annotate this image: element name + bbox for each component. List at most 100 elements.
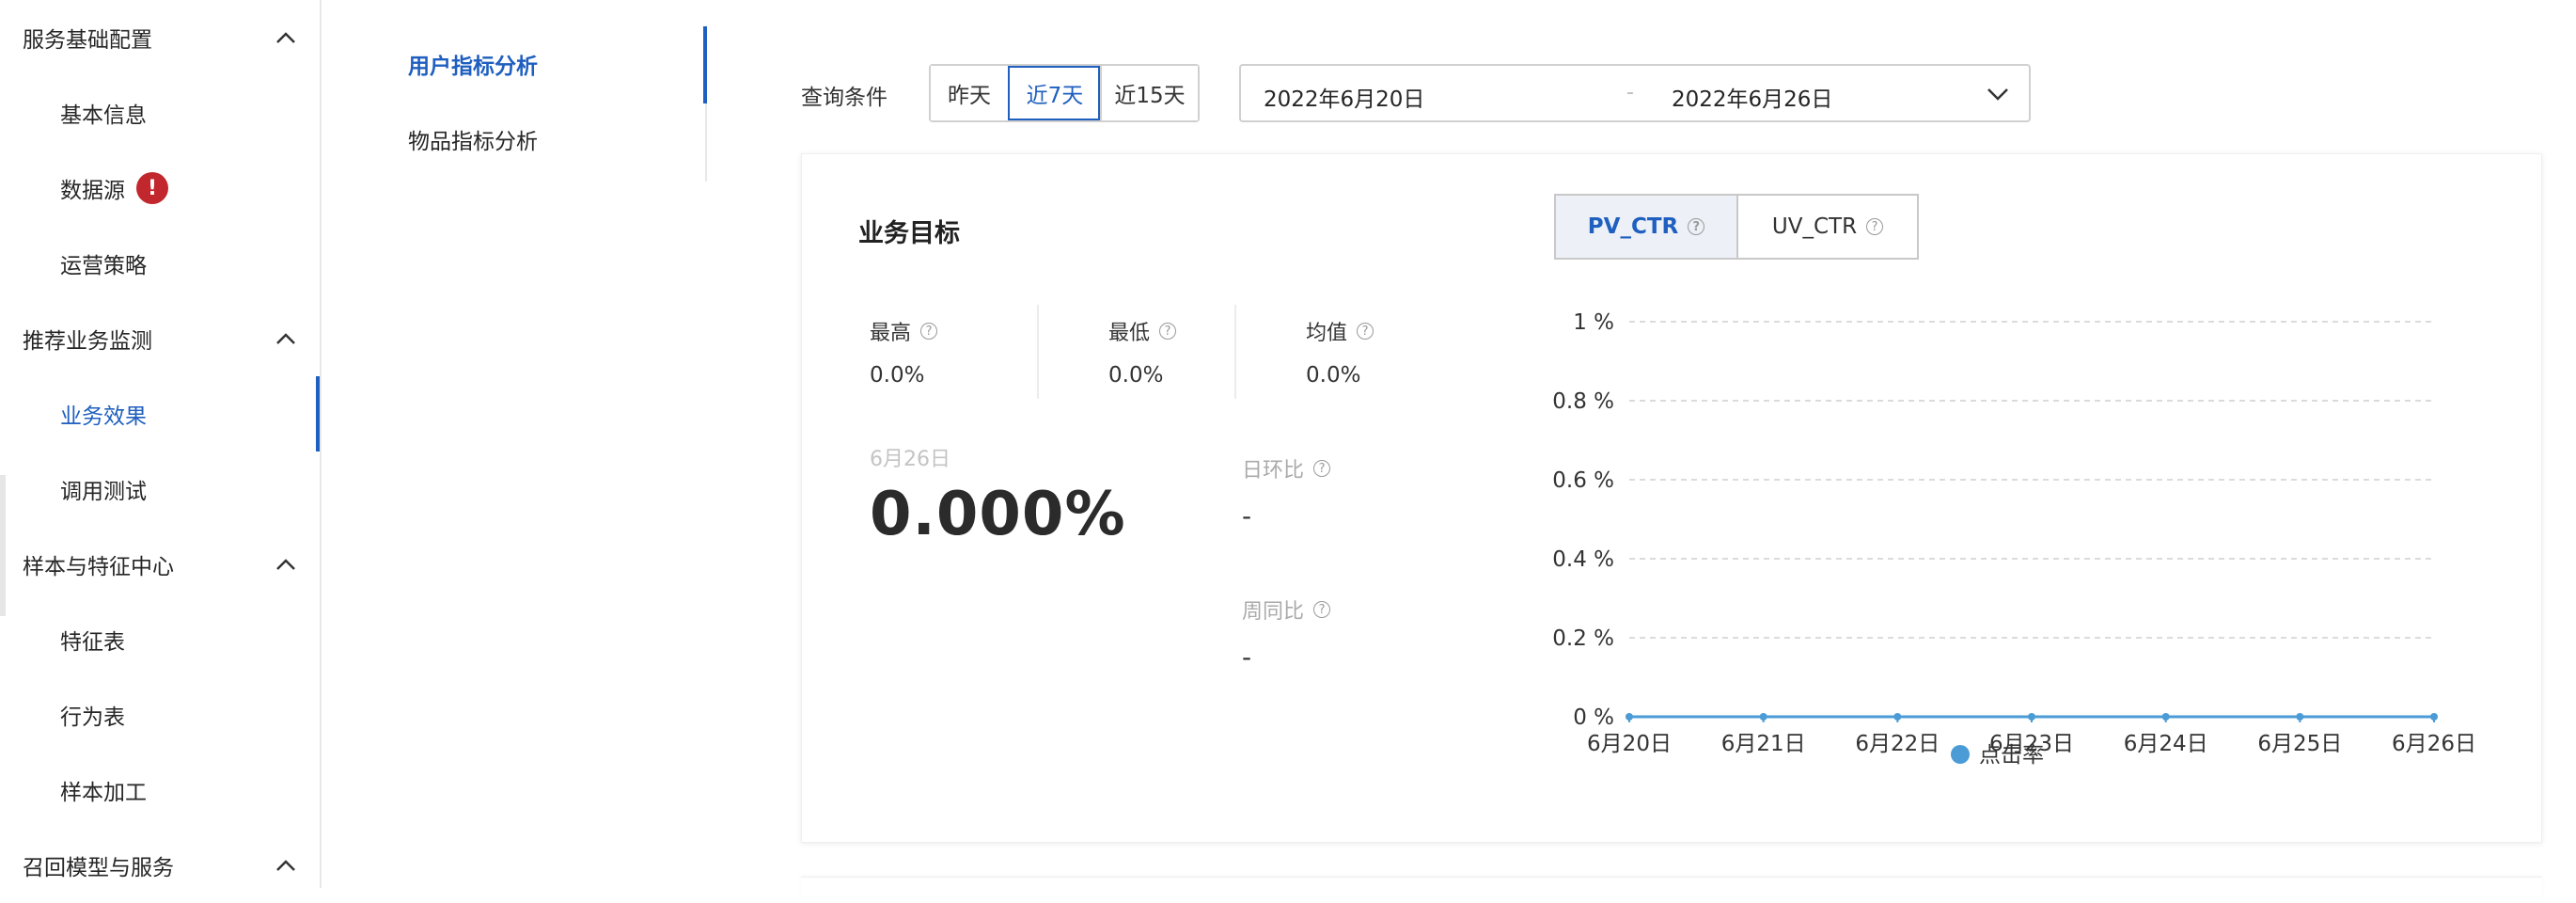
help-icon[interactable]: ?: [1866, 218, 1884, 235]
sidebar-item-basic-info[interactable]: 基本信息: [0, 75, 318, 150]
help-icon[interactable]: ?: [920, 323, 938, 340]
sidebar-item-datasource[interactable]: 数据源 !: [0, 150, 318, 226]
legend-marker: [1951, 745, 1970, 764]
tab-label: PV_CTR: [1587, 214, 1679, 239]
sidebar-group-label: 推荐业务监测: [23, 329, 152, 354]
stat-min-label: 最低 ?: [1108, 316, 1177, 346]
sidebar-group-service-config[interactable]: 服务基础配置: [0, 0, 318, 75]
range-selector: 昨天 近7天 近15天: [929, 64, 1200, 122]
sidebar-item-label: 基本信息: [60, 103, 147, 128]
card-title: 业务目标: [858, 219, 960, 248]
data-point: [2028, 713, 2035, 721]
y-tick-label: 0 %: [1573, 705, 1614, 730]
wow-value: -: [1242, 642, 1252, 673]
next-card-edge: [801, 877, 2542, 896]
range-yesterday-button[interactable]: 昨天: [931, 66, 1008, 120]
sidebar-group-label: 样本与特征中心: [23, 555, 174, 579]
dod-value: -: [1242, 500, 1252, 531]
wow-label: 周同比 ?: [1242, 594, 1331, 625]
ctr-line-chart: 0 % 0.2 % 0.4 % 0.6 % 0.8 % 1 % 6月20日 6月21日 6月22…: [1552, 310, 2476, 768]
current-date: 6月26日: [870, 448, 950, 471]
sidebar-item-feature-table[interactable]: 特征表: [0, 602, 318, 677]
x-tick-label: 6月20日: [1587, 732, 1672, 756]
alert-icon: !: [136, 172, 168, 204]
query-label: 查询条件: [801, 86, 887, 110]
tab-user-metrics[interactable]: 用户指标分析: [408, 26, 538, 102]
stat-min-value: 0.0%: [1108, 363, 1164, 388]
sidebar-item-label: 数据源: [60, 179, 125, 203]
x-tick-label: 6月26日: [2392, 732, 2476, 756]
help-icon[interactable]: ?: [1159, 323, 1177, 340]
stat-avg-value: 0.0%: [1306, 363, 1361, 388]
current-value: 0.000%: [870, 480, 1126, 549]
x-tick-label: 6月22日: [1855, 732, 1940, 756]
sidebar-item-call-test[interactable]: 调用测试: [0, 452, 318, 527]
range-7days-button[interactable]: 近7天: [1008, 66, 1100, 120]
date-start-field[interactable]: 2022年6月20日: [1264, 81, 1424, 113]
help-icon[interactable]: ?: [1313, 460, 1331, 477]
stat-avg-label: 均值 ?: [1306, 316, 1374, 346]
cmp-label-text: 日环比: [1242, 459, 1305, 483]
tab-label: UV_CTR: [1771, 214, 1858, 239]
chevron-up-icon[interactable]: [275, 854, 297, 877]
y-tick-label: 1 %: [1573, 310, 1614, 335]
legend-label: 点击率: [1979, 743, 2044, 768]
sidebar-group-label: 召回模型与服务: [23, 856, 174, 880]
chevron-up-icon[interactable]: [275, 26, 297, 49]
tab-item-metrics[interactable]: 物品指标分析: [408, 102, 538, 177]
date-range-picker[interactable]: 2022年6月20日 - 2022年6月26日: [1239, 64, 2031, 122]
chevron-up-icon[interactable]: [275, 327, 297, 350]
sidebar-item-label: 运营策略: [60, 254, 147, 278]
sidebar-group-recall-model[interactable]: 召回模型与服务: [0, 828, 318, 903]
stat-label-text: 均值: [1306, 322, 1348, 345]
sidebar-item-business-effect[interactable]: 业务效果: [0, 376, 320, 452]
sidebar-group-sample-feature[interactable]: 样本与特征中心: [0, 527, 318, 602]
cmp-label-text: 周同比: [1242, 600, 1305, 624]
date-separator: -: [1626, 81, 1634, 104]
help-icon[interactable]: ?: [1313, 601, 1331, 618]
sidebar-item-label: 行为表: [60, 705, 125, 730]
sidebar-item-label: 业务效果: [60, 404, 147, 429]
chevron-up-icon[interactable]: [275, 553, 297, 576]
sidebar-item-label: 样本加工: [60, 781, 147, 805]
sidebar-group-label: 服务基础配置: [23, 28, 152, 53]
help-icon[interactable]: ?: [1357, 323, 1374, 340]
data-point: [2161, 713, 2170, 721]
data-point: [1759, 713, 1767, 721]
sidebar-item-sample-processing[interactable]: 样本加工: [0, 752, 318, 828]
tab-uv-ctr[interactable]: UV_CTR ?: [1736, 196, 1917, 258]
sidebar-scrollbar[interactable]: [0, 475, 6, 616]
data-point: [2430, 713, 2438, 721]
date-end-field[interactable]: 2022年6月26日: [1672, 81, 1832, 113]
dod-label: 日环比 ?: [1242, 453, 1331, 483]
stat-label-text: 最高: [870, 322, 912, 345]
stat-divider: [1234, 305, 1236, 399]
help-icon[interactable]: ?: [1688, 218, 1705, 235]
metric-tabs: PV_CTR ? UV_CTR ?: [1554, 194, 1919, 260]
range-15days-button[interactable]: 近15天: [1100, 66, 1198, 120]
y-tick-label: 0.8 %: [1552, 389, 1614, 414]
chevron-down-icon[interactable]: [1986, 82, 2010, 110]
sidebar-group-monitoring[interactable]: 推荐业务监测: [0, 301, 318, 376]
sidebar-item-label: 特征表: [60, 630, 125, 655]
business-goal-card: 业务目标 最高 ? 0.0% 最低 ? 0.0% 均值 ? 0.0% 6月26日…: [801, 153, 2542, 843]
sidebar: 服务基础配置 基本信息 数据源 ! 运营策略 推荐业务监测 业务效果 调用测试 …: [0, 0, 322, 888]
stat-divider: [1037, 305, 1039, 399]
subnav-active-indicator: [703, 26, 707, 103]
sidebar-item-label: 调用测试: [60, 480, 147, 504]
sidebar-item-ops-strategy[interactable]: 运营策略: [0, 226, 318, 301]
tab-pv-ctr[interactable]: PV_CTR ?: [1556, 196, 1736, 258]
data-point: [1626, 713, 1633, 721]
y-tick-label: 0.6 %: [1552, 468, 1614, 493]
sub-navigation: 用户指标分析 物品指标分析: [387, 26, 707, 182]
data-point: [1893, 713, 1902, 721]
data-point: [2296, 713, 2304, 721]
x-tick-label: 6月24日: [2124, 732, 2208, 756]
stat-label-text: 最低: [1108, 322, 1151, 345]
stat-max-value: 0.0%: [870, 363, 925, 388]
x-tick-label: 6月25日: [2257, 732, 2342, 756]
x-tick-label: 6月21日: [1721, 732, 1806, 756]
y-tick-label: 0.2 %: [1552, 626, 1614, 651]
sidebar-item-behavior-table[interactable]: 行为表: [0, 677, 318, 752]
y-tick-label: 0.4 %: [1552, 547, 1614, 572]
